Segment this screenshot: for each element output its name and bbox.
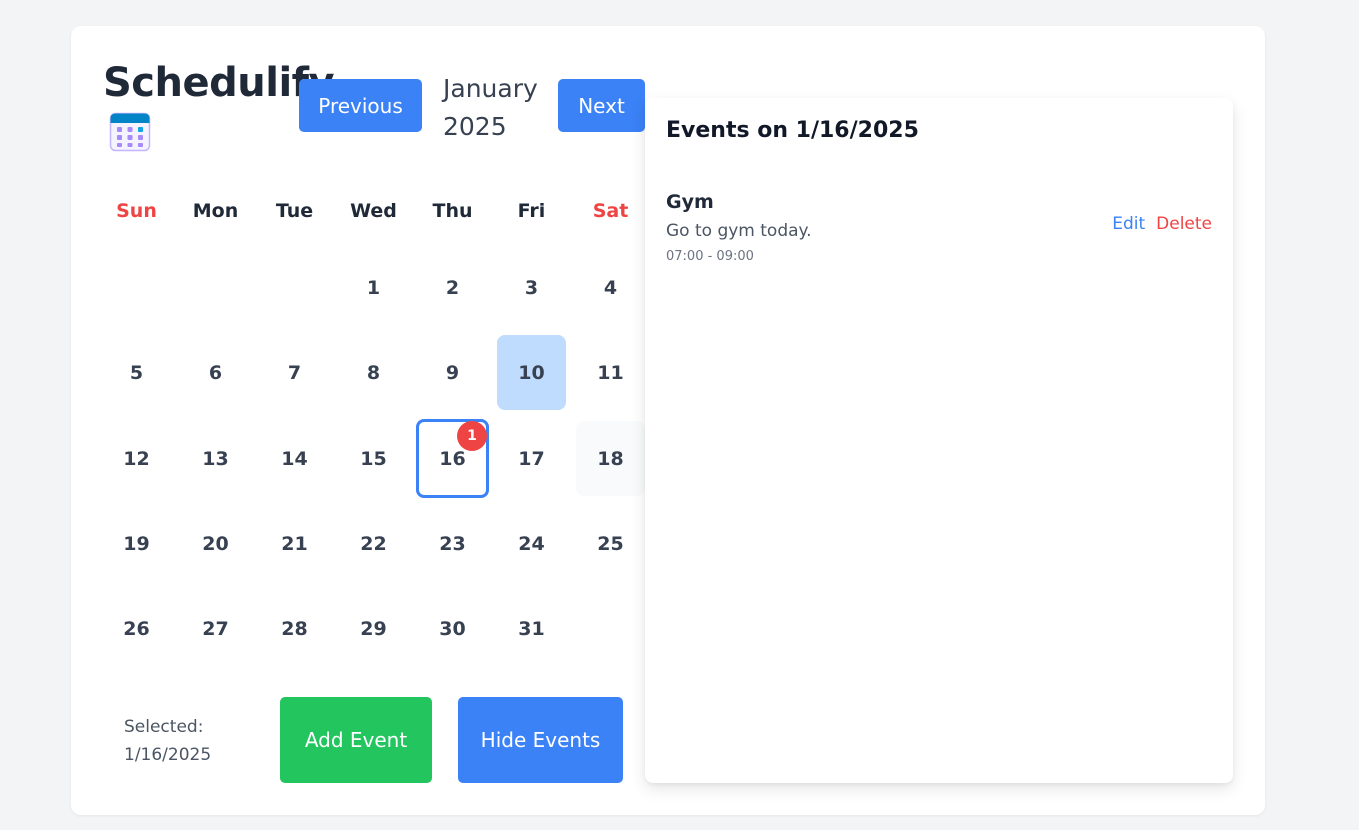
event-title: Gym (666, 191, 714, 213)
calendar-icon (109, 112, 151, 152)
calendar-day[interactable]: 8 (339, 335, 408, 410)
calendar-day[interactable]: 6 (181, 335, 250, 410)
calendar-day[interactable]: 1 (339, 250, 408, 325)
previous-month-button[interactable]: Previous (299, 79, 422, 132)
weekday-tue: Tue (275, 200, 314, 222)
selected-date-label: Selected: 1/16/2025 (124, 713, 274, 769)
calendar-day[interactable]: 15 (339, 421, 408, 496)
event-description: Go to gym today. (666, 221, 812, 241)
edit-event-link[interactable]: Edit (1112, 214, 1145, 234)
calendar-day[interactable]: 17 (497, 421, 566, 496)
add-event-button[interactable]: Add Event (280, 697, 432, 783)
calendar-day[interactable]: 5 (102, 335, 171, 410)
calendar-day[interactable]: 18 (576, 421, 645, 496)
calendar-day[interactable]: 26 (102, 591, 171, 666)
event-time: 07:00 - 09:00 (666, 249, 754, 264)
calendar-day[interactable]: 28 (260, 591, 329, 666)
calendar-day[interactable]: 13 (181, 421, 250, 496)
calendar-day[interactable]: 11 (576, 335, 645, 410)
calendar-day[interactable]: 20 (181, 506, 250, 581)
calendar-day[interactable]: 3 (497, 250, 566, 325)
weekday-fri: Fri (517, 200, 546, 222)
calendar-day[interactable]: 31 (497, 591, 566, 666)
calendar-day[interactable]: 14 (260, 421, 329, 496)
selected-date-value: 1/16/2025 (124, 745, 212, 765)
weekday-thu: Thu (432, 200, 473, 222)
calendar-day[interactable]: 4 (576, 250, 645, 325)
calendar-day[interactable]: 7 (260, 335, 329, 410)
calendar-day[interactable]: 12 (102, 421, 171, 496)
calendar-day[interactable]: 24 (497, 506, 566, 581)
delete-event-link[interactable]: Delete (1156, 214, 1212, 234)
events-panel-title: Events on 1/16/2025 (666, 118, 919, 143)
current-month-label: January 2025 (443, 70, 553, 146)
event-actions: Edit Delete (1112, 214, 1212, 234)
event-item: Gym Go to gym today. 07:00 - 09:00 Edit … (666, 191, 1212, 271)
weekday-mon: Mon (192, 200, 239, 222)
calendar-day[interactable]: 9 (418, 335, 487, 410)
calendar-day[interactable]: 30 (418, 591, 487, 666)
weekday-sun: Sun (116, 200, 157, 222)
calendar-day[interactable]: 21 (260, 506, 329, 581)
calendar-day[interactable]: 2 (418, 250, 487, 325)
year: 2025 (443, 112, 507, 141)
calendar-day[interactable]: 22 (339, 506, 408, 581)
calendar-day[interactable]: 23 (418, 506, 487, 581)
next-month-button[interactable]: Next (558, 79, 645, 132)
calendar-day[interactable]: 19 (102, 506, 171, 581)
event-count-badge: 1 (457, 421, 487, 451)
selected-prefix: Selected: (124, 717, 204, 737)
calendar-day[interactable]: 27 (181, 591, 250, 666)
weekday-wed: Wed (350, 200, 397, 222)
month-name: January (443, 74, 538, 103)
calendar-day[interactable]: 29 (339, 591, 408, 666)
calendar-day[interactable]: 25 (576, 506, 645, 581)
calendar-day[interactable]: 10 (497, 335, 566, 410)
calendar-day[interactable]: 16 1 (416, 419, 489, 498)
weekday-sat: Sat (592, 200, 629, 222)
events-panel: Events on 1/16/2025 Gym Go to gym today.… (645, 98, 1233, 783)
hide-events-button[interactable]: Hide Events (458, 697, 623, 783)
